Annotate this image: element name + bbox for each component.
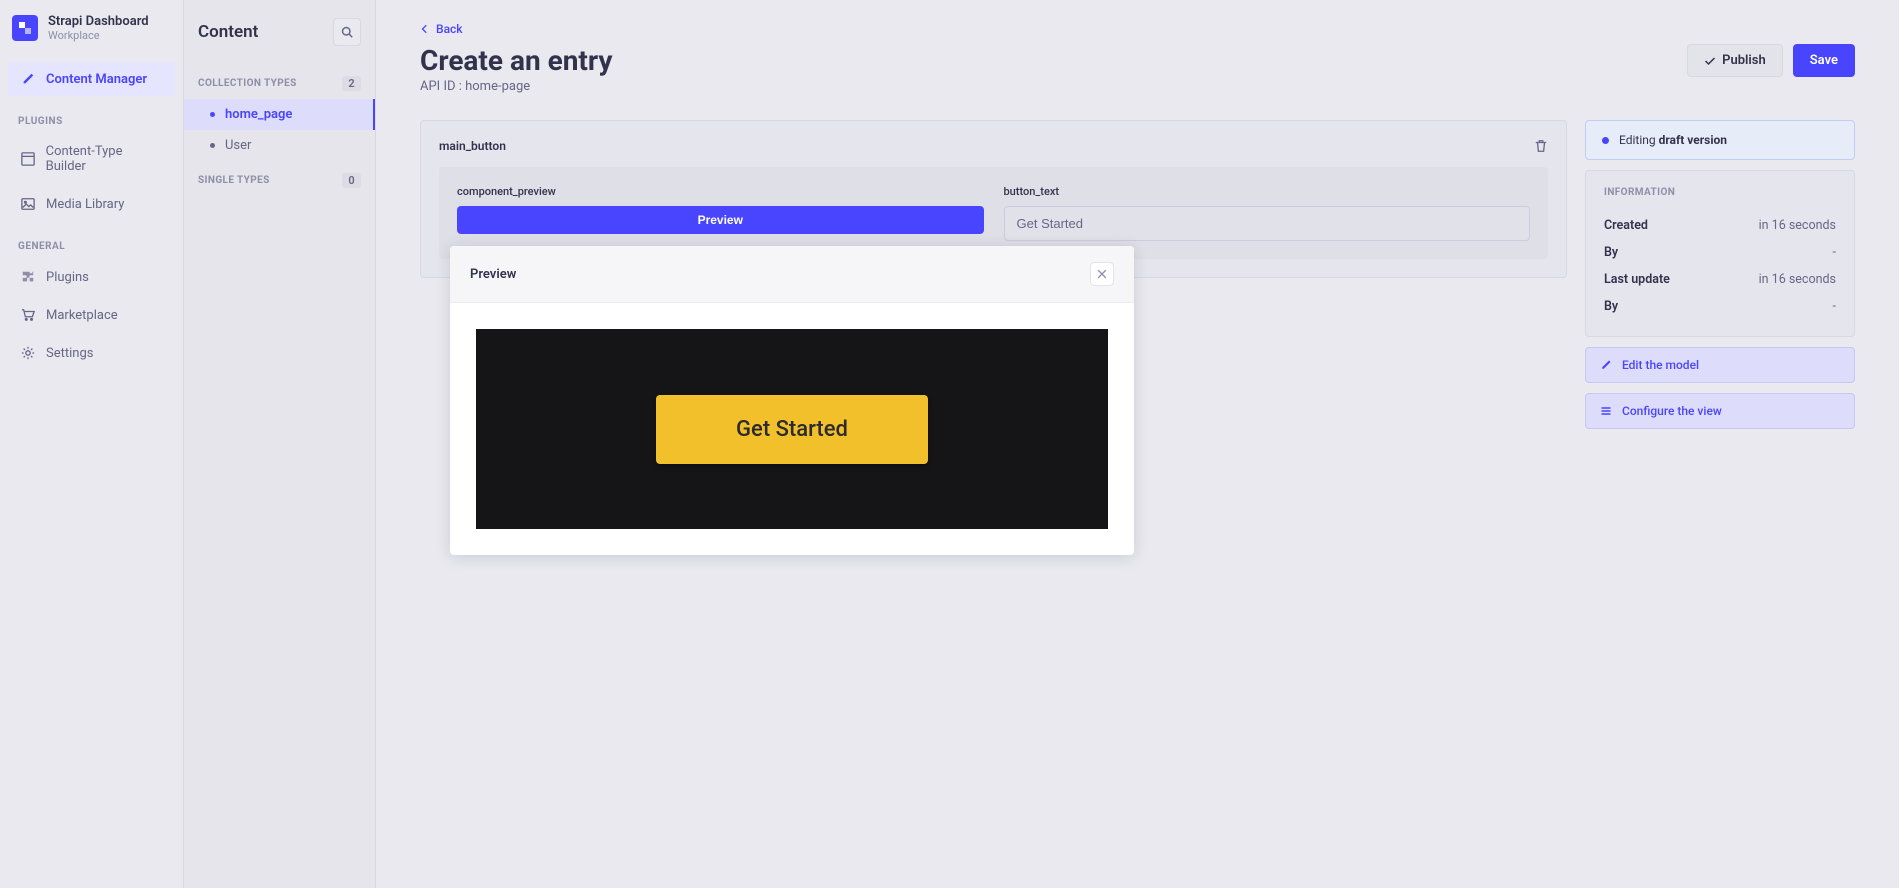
content-item-home-page[interactable]: home_page — [184, 99, 375, 130]
info-value: - — [1833, 245, 1836, 260]
nav-marketplace[interactable]: Marketplace — [8, 298, 175, 332]
primary-nav: Strapi Dashboard Workplace Content Manag… — [0, 0, 184, 888]
layout-icon — [20, 151, 36, 167]
dot-icon — [210, 143, 215, 148]
information-card: INFORMATION Created in 16 seconds By - L… — [1585, 170, 1855, 337]
info-key: Created — [1604, 218, 1648, 233]
content-item-label: User — [225, 138, 251, 153]
nav-content-type-builder[interactable]: Content-Type Builder — [8, 135, 175, 183]
nav-label: Media Library — [46, 197, 124, 212]
configure-view-label: Configure the view — [1622, 404, 1722, 418]
modal-title: Preview — [470, 267, 516, 282]
status-dot-icon — [1602, 137, 1609, 144]
check-icon — [1704, 55, 1716, 67]
info-value: - — [1833, 299, 1836, 314]
single-types-count: 0 — [342, 173, 361, 188]
image-icon — [20, 196, 36, 212]
puzzle-icon — [20, 269, 36, 285]
list-icon — [1600, 405, 1612, 417]
pencil-icon — [20, 71, 36, 87]
pencil-icon — [1600, 359, 1612, 371]
preview-stage: Get Started — [476, 329, 1108, 529]
info-row-created: Created in 16 seconds — [1604, 212, 1836, 239]
field-label-button-text: button_text — [1004, 185, 1531, 198]
page-title: Create an entry — [420, 44, 613, 77]
nav-section-plugins: PLUGINS — [0, 98, 183, 133]
nav-section-general: GENERAL — [0, 223, 183, 258]
publish-label: Publish — [1722, 53, 1766, 68]
dot-icon — [210, 112, 215, 117]
nav-plugins[interactable]: Plugins — [8, 260, 175, 294]
publish-button[interactable]: Publish — [1687, 44, 1783, 77]
close-icon — [1097, 269, 1107, 279]
content-nav-title: Content — [198, 22, 258, 42]
modal-close-button[interactable] — [1090, 262, 1114, 286]
nav-content-manager[interactable]: Content Manager — [8, 62, 175, 96]
delete-button[interactable] — [1534, 139, 1548, 153]
info-row-updated-by: By - — [1604, 293, 1836, 320]
configure-view-link[interactable]: Configure the view — [1585, 393, 1855, 429]
nav-media-library[interactable]: Media Library — [8, 187, 175, 221]
edit-model-link[interactable]: Edit the model — [1585, 347, 1855, 383]
editing-status: Editing draft version — [1585, 120, 1855, 160]
brand-subtitle: Workplace — [48, 29, 149, 42]
nav-label: Content-Type Builder — [46, 144, 163, 174]
preview-modal: Preview Get Started — [450, 246, 1134, 555]
api-id: API ID : home-page — [420, 79, 613, 94]
field-label-preview: component_preview — [457, 185, 984, 198]
info-row-updated: Last update in 16 seconds — [1604, 266, 1836, 293]
collection-types-label: COLLECTION TYPES — [198, 78, 297, 89]
arrow-left-icon — [420, 24, 430, 34]
collection-types-count: 2 — [342, 76, 361, 91]
search-button[interactable] — [333, 18, 361, 46]
nav-label: Marketplace — [46, 308, 118, 323]
info-key: Last update — [1604, 272, 1670, 287]
save-label: Save — [1810, 53, 1838, 68]
nav-settings[interactable]: Settings — [8, 336, 175, 370]
back-label: Back — [436, 22, 463, 36]
button-text-input[interactable] — [1004, 206, 1531, 241]
info-key: By — [1604, 245, 1618, 260]
content-item-label: home_page — [225, 107, 292, 122]
component-name: main_button — [439, 139, 506, 153]
info-value: in 16 seconds — [1759, 218, 1836, 233]
search-icon — [341, 26, 353, 38]
back-link[interactable]: Back — [420, 22, 463, 36]
cart-icon — [20, 307, 36, 323]
single-types-label: SINGLE TYPES — [198, 175, 270, 186]
info-row-created-by: By - — [1604, 239, 1836, 266]
nav-label: Content Manager — [46, 72, 147, 87]
info-value: in 16 seconds — [1759, 272, 1836, 287]
brand-title: Strapi Dashboard — [48, 14, 149, 29]
editing-prefix: Editing — [1619, 133, 1659, 147]
preview-rendered-button: Get Started — [656, 395, 928, 464]
brand-logo-icon — [12, 15, 38, 41]
editing-version: draft version — [1659, 133, 1727, 147]
gear-icon — [20, 345, 36, 361]
save-button[interactable]: Save — [1793, 44, 1855, 77]
brand: Strapi Dashboard Workplace — [0, 14, 183, 60]
content-item-user[interactable]: User — [184, 130, 375, 161]
preview-button[interactable]: Preview — [457, 206, 984, 234]
nav-label: Settings — [46, 346, 93, 361]
edit-model-label: Edit the model — [1622, 358, 1699, 372]
info-key: By — [1604, 299, 1618, 314]
information-title: INFORMATION — [1604, 187, 1836, 198]
nav-label: Plugins — [46, 270, 89, 285]
content-nav: Content COLLECTION TYPES 2 home_page Use… — [184, 0, 376, 888]
